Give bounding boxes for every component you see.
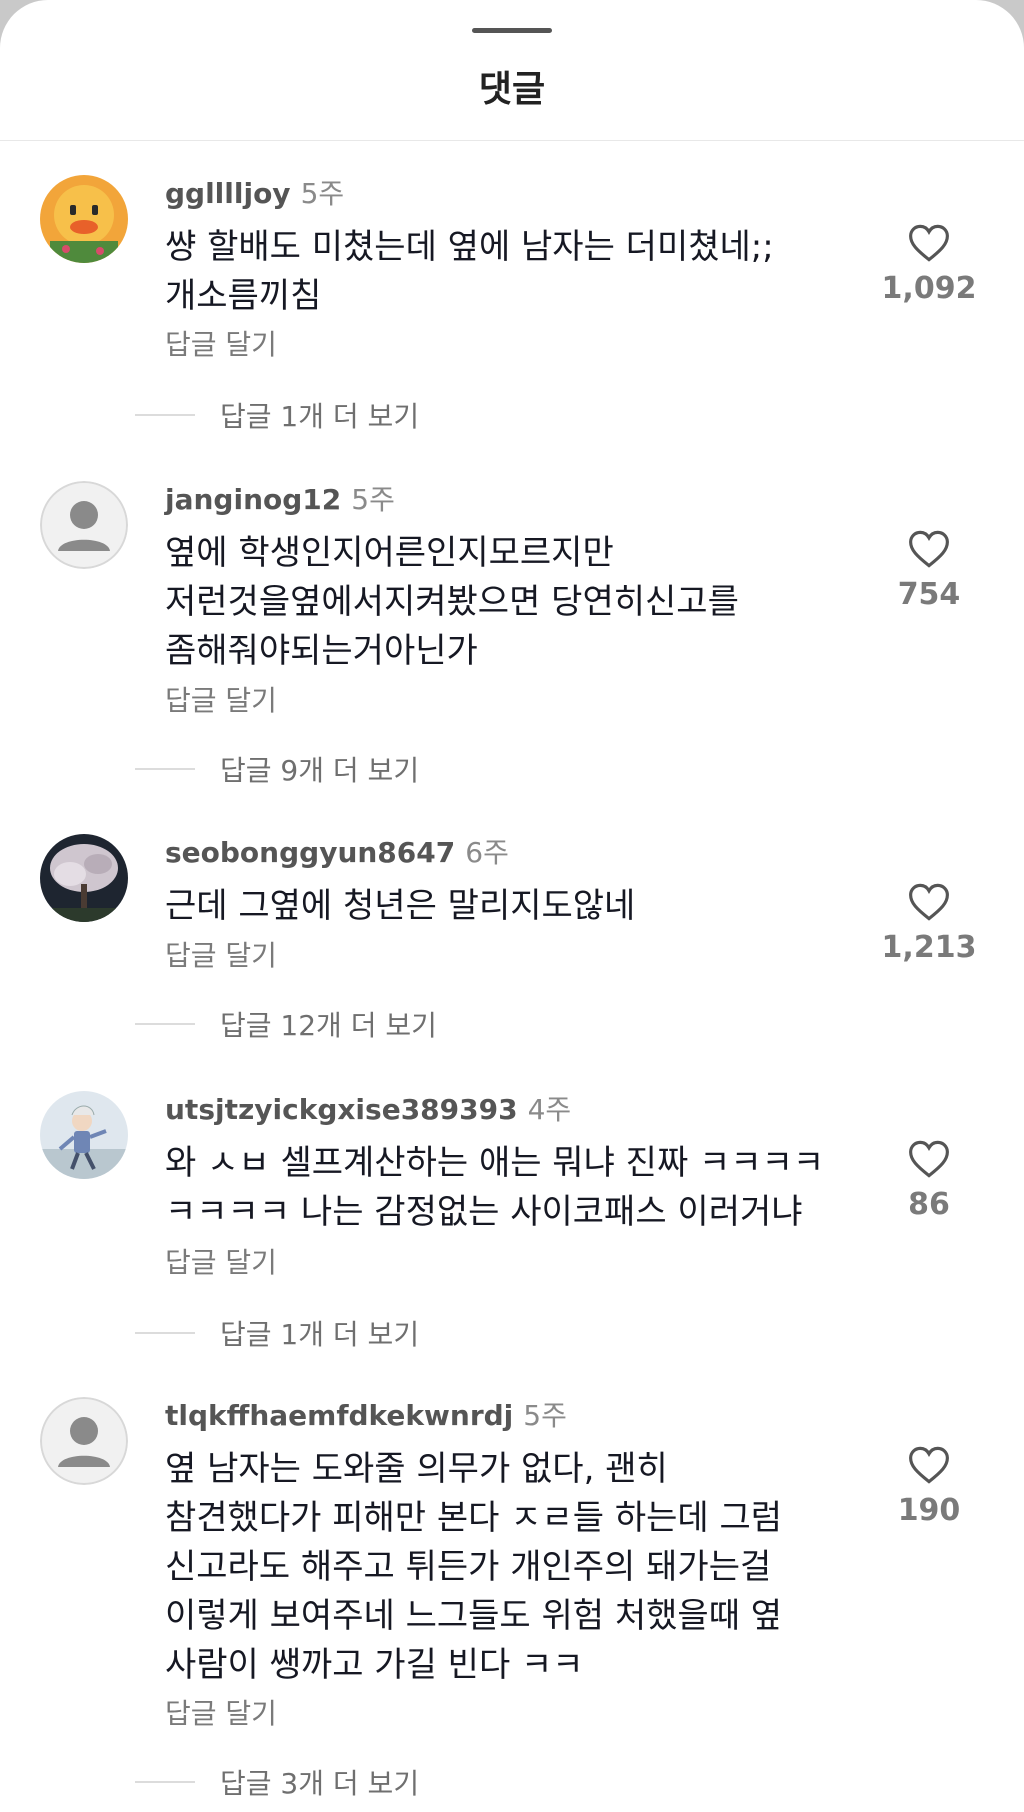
avatar[interactable] [40,834,128,922]
view-more-replies-label[interactable]: 답글 9개 더 보기 [220,749,419,789]
reply-button[interactable]: 답글 달기 [165,1692,277,1732]
comment-line: 저런것을옆에서지켜봤으면 당연히신고를 [165,582,739,622]
reply-button[interactable]: 답글 달기 [165,323,277,363]
like-button[interactable]: 190 [874,1445,984,1528]
sheet-title: 댓글 [478,69,546,110]
heart-outline-icon [909,1140,949,1178]
heart-outline-icon [909,530,949,568]
comment-line: 옆 남자는 도와줄 의무가 없다, 괜히 [165,1449,668,1489]
reply-button[interactable]: 답글 달기 [165,1241,277,1281]
illustrated-character-avatar-icon [40,1091,128,1179]
view-more-replies-label[interactable]: 답글 3개 더 보기 [220,1762,419,1802]
comment-text: 근데 그옆에 청년은 말리지도않네 [165,882,885,931]
comment-line: ㅋㅋㅋㅋ 나는 감정없는 사이코패스 이러거냐 [165,1192,803,1232]
avatar[interactable] [40,175,128,263]
comment-text: 와 ㅅㅂ 셀프계산하는 애는 뭐냐 진짜 ㅋㅋㅋㅋ ㅋㅋㅋㅋ 나는 감정없는 사… [165,1139,885,1237]
comment-line: 이렇게 보여주네 느그들도 위험 처했을때 옆 [165,1596,783,1636]
default-person-avatar-icon [40,1397,128,1485]
avatar[interactable] [40,1091,128,1179]
reply-button[interactable]: 답글 달기 [165,934,277,974]
avatar[interactable] [40,1397,128,1485]
comment-meta: utsjtzyickgxise389393 4주 [165,1091,571,1129]
comment-time: 5주 [300,177,345,210]
like-button[interactable]: 1,213 [874,882,984,965]
view-more-replies-label[interactable]: 답글 1개 더 보기 [220,1313,419,1353]
comment-meta: tlqkffhaemfdkekwnrdj 5주 [165,1397,567,1435]
comment-line: 썅 할배도 미쳤는데 옆에 남자는 더미쳤네;; [165,227,774,267]
avatar[interactable] [40,481,128,569]
comment-line: 좀해줘야되는거아닌가 [165,631,478,671]
comment-username[interactable]: utsjtzyickgxise389393 [165,1093,518,1126]
comment-line: 신고라도 해주고 튀든가 개인주의 돼가는걸 [165,1547,772,1587]
like-count: 86 [908,1187,950,1222]
like-button[interactable]: 1,092 [874,223,984,306]
comment-meta: janginog12 5주 [165,481,395,519]
default-person-avatar-icon [40,481,128,569]
comment-text: 옆 남자는 도와줄 의무가 없다, 괜히 참견했다가 피해만 본다 ㅈㄹ들 하는… [165,1445,885,1690]
heart-outline-icon [909,1446,949,1484]
drag-handle[interactable] [472,28,552,33]
cherry-blossom-tree-avatar-icon [40,834,128,922]
comment-text: 옆에 학생인지어른인지모르지만 저런것을옆에서지켜봤으면 당연히신고를 좀해줘야… [165,529,885,676]
comment-line: 근데 그옆에 청년은 말리지도않네 [165,886,636,926]
duck-character-avatar-icon [40,175,128,263]
replies-divider [135,1023,195,1025]
comment-line: 개소름끼침 [165,276,322,316]
replies-divider [135,768,195,770]
like-button[interactable]: 86 [874,1139,984,1222]
like-button[interactable]: 754 [874,529,984,612]
view-more-replies-label[interactable]: 답글 12개 더 보기 [220,1004,437,1044]
header-divider [0,140,1024,141]
comment-text: 썅 할배도 미쳤는데 옆에 남자는 더미쳤네;; 개소름끼침 [165,223,885,321]
heart-outline-icon [909,883,949,921]
like-count: 1,092 [881,271,977,306]
comment-username[interactable]: tlqkffhaemfdkekwnrdj [165,1399,513,1432]
comment-meta: seobonggyun8647 6주 [165,834,509,872]
comment-time: 5주 [351,483,395,516]
comment-line: 와 ㅅㅂ 셀프계산하는 애는 뭐냐 진짜 ㅋㅋㅋㅋ [165,1143,825,1183]
comment-username[interactable]: seobonggyun8647 [165,836,455,869]
comment-username[interactable]: gglllljoy [165,177,291,210]
heart-outline-icon [909,224,949,262]
comment-line: 옆에 학생인지어른인지모르지만 [165,533,614,573]
comment-line: 참견했다가 피해만 본다 ㅈㄹ들 하는데 그럼 [165,1498,783,1538]
like-count: 190 [897,1493,961,1528]
replies-divider [135,1781,195,1783]
reply-button[interactable]: 답글 달기 [165,679,277,719]
replies-divider [135,414,195,416]
comment-time: 4주 [527,1093,572,1126]
comment-time: 5주 [523,1399,567,1432]
comments-sheet: 댓글 gglllljoy 5주 썅 할배도 미쳤는데 옆에 남자는 더미쳤네;; … [0,0,1024,1812]
like-count: 1,213 [881,930,977,965]
replies-divider [135,1332,195,1334]
comment-time: 6주 [465,836,509,869]
comment-meta: gglllljoy 5주 [165,175,344,213]
comment-username[interactable]: janginog12 [165,483,341,516]
like-count: 754 [897,577,961,612]
view-more-replies-label[interactable]: 답글 1개 더 보기 [220,395,419,435]
comment-line: 사람이 쌩까고 가길 빈다 ㅋㅋ [165,1645,584,1685]
